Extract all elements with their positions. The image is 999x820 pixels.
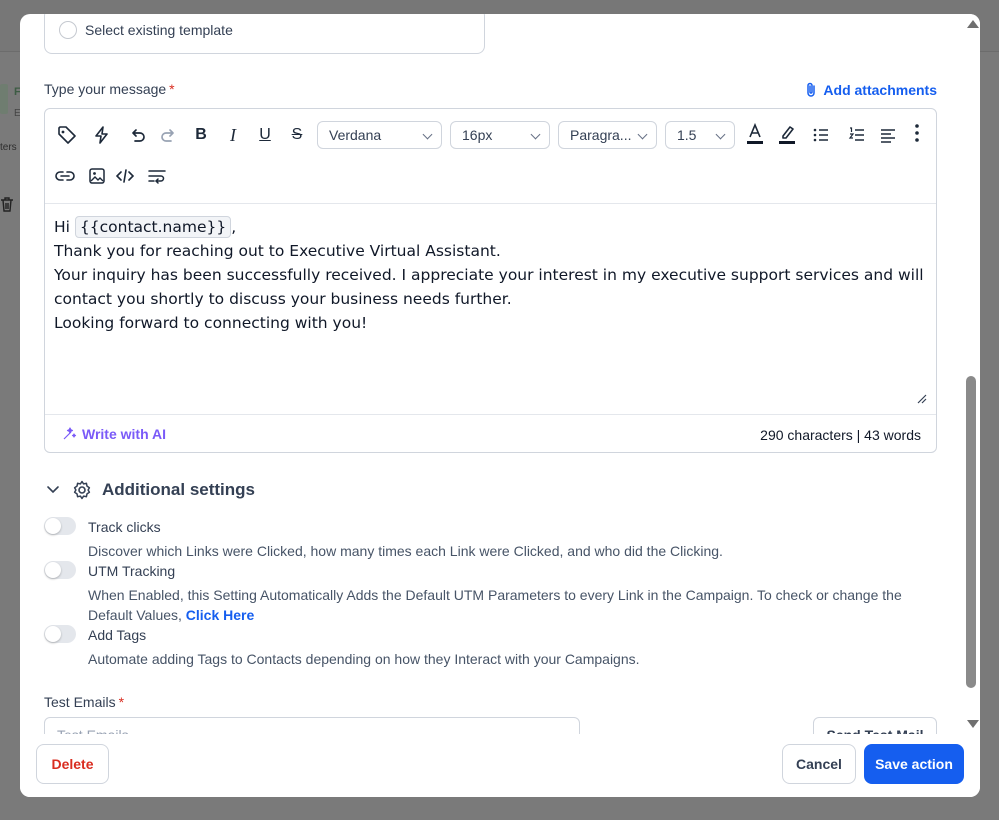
required-mark: * xyxy=(118,694,125,710)
track-clicks-toggle[interactable] xyxy=(44,517,76,535)
text-wrap-icon[interactable] xyxy=(146,165,168,187)
scroll-up-arrow-icon[interactable] xyxy=(967,20,979,28)
content-line-thanks: Thank you for reaching out to Executive … xyxy=(54,242,501,260)
content-line-inquiry: Your inquiry has been successfully recei… xyxy=(54,266,924,308)
background-trash-icon xyxy=(1,197,13,212)
send-test-mail-button[interactable]: Send Test Mail xyxy=(813,717,937,734)
scroll-down-arrow-icon[interactable] xyxy=(967,720,979,728)
underline-icon[interactable]: U xyxy=(254,124,276,146)
sparkle-icon xyxy=(63,427,77,440)
add-tags-description: Automate adding Tags to Contacts dependi… xyxy=(88,651,640,667)
background-side-text: ters xyxy=(0,142,17,153)
image-icon[interactable] xyxy=(86,165,108,187)
message-editor: B I U S Verdana 16px Paragra... 1.5 Hi {… xyxy=(44,108,937,453)
write-with-ai-label: Write with AI xyxy=(82,426,166,442)
content-line-closing: Looking forward to connecting with you! xyxy=(54,314,368,332)
greeting-suffix: , xyxy=(231,218,237,236)
additional-settings-header[interactable]: Additional settings xyxy=(46,480,255,500)
block-format-value: Paragra... xyxy=(570,127,632,143)
test-emails-label: Test Emails * xyxy=(44,694,124,710)
modal-scrollbar[interactable] xyxy=(962,14,980,734)
test-emails-input[interactable]: Test Emails xyxy=(44,717,580,734)
tag-icon[interactable] xyxy=(56,124,78,146)
lightning-icon[interactable] xyxy=(91,124,113,146)
more-vertical-icon[interactable] xyxy=(906,122,928,144)
link-icon[interactable] xyxy=(54,165,76,187)
modal-body: Select existing template Type your messa… xyxy=(20,14,964,734)
gear-icon xyxy=(73,480,91,500)
save-action-button[interactable]: Save action xyxy=(864,744,964,784)
content-line-greeting: Hi {{contact.name}}, xyxy=(54,215,924,239)
add-tags-title: Add Tags xyxy=(88,627,147,643)
line-height-value: 1.5 xyxy=(677,127,697,143)
additional-settings-title: Additional settings xyxy=(102,480,255,499)
code-icon[interactable] xyxy=(114,165,136,187)
italic-icon[interactable]: I xyxy=(222,124,244,146)
add-attachments-label: Add attachments xyxy=(823,82,937,98)
modal-actions: Delete Cancel Save action xyxy=(20,734,980,797)
template-radio[interactable] xyxy=(59,21,77,39)
chevron-down-icon xyxy=(715,129,726,140)
bold-icon[interactable]: B xyxy=(190,124,212,146)
line-height-select[interactable]: 1.5 xyxy=(665,121,735,149)
write-with-ai-button[interactable]: Write with AI xyxy=(61,426,166,442)
paperclip-icon xyxy=(807,82,816,97)
add-attachments-link[interactable]: Add attachments xyxy=(805,82,937,98)
resize-handle-icon[interactable] xyxy=(917,394,927,404)
editor-content[interactable]: Hi {{contact.name}}, Thank you for reach… xyxy=(54,215,924,335)
editor-footer: Write with AI 290 characters | 43 words xyxy=(45,414,936,452)
chevron-down-icon xyxy=(530,129,541,140)
block-format-select[interactable]: Paragra... xyxy=(558,121,657,149)
align-left-icon[interactable] xyxy=(877,124,899,146)
utm-tracking-toggle[interactable] xyxy=(44,561,76,579)
chevron-down-icon xyxy=(637,129,648,140)
scrollbar-thumb[interactable] xyxy=(966,376,976,688)
font-family-select[interactable]: Verdana xyxy=(317,121,442,149)
required-mark: * xyxy=(169,81,175,97)
add-tags-toggle[interactable] xyxy=(44,625,76,643)
background-status-marker xyxy=(0,84,8,114)
text-color-icon[interactable] xyxy=(744,123,766,145)
cancel-button[interactable]: Cancel xyxy=(782,744,856,784)
template-option-label: Select existing template xyxy=(85,22,233,38)
track-clicks-title: Track clicks xyxy=(88,519,161,535)
strikethrough-icon[interactable]: S xyxy=(286,124,308,146)
font-size-select[interactable]: 16px xyxy=(450,121,550,149)
editor-toolbar: B I U S Verdana 16px Paragra... 1.5 xyxy=(45,109,936,204)
merge-tag[interactable]: {{contact.name}} xyxy=(74,216,232,238)
message-label: Type your message * xyxy=(44,81,175,97)
bullet-list-icon[interactable] xyxy=(810,124,832,146)
delete-button[interactable]: Delete xyxy=(36,744,109,784)
track-clicks-description: Discover which Links were Clicked, how m… xyxy=(88,543,723,559)
chevron-down-icon xyxy=(422,129,433,140)
redo-icon[interactable] xyxy=(158,124,180,146)
message-label-text: Type your message xyxy=(44,81,167,97)
utm-tracking-description: When Enabled, this Setting Automatically… xyxy=(88,585,908,625)
numbered-list-icon[interactable] xyxy=(846,124,868,146)
font-size-value: 16px xyxy=(462,127,493,143)
click-here-link[interactable]: Click Here xyxy=(186,607,254,623)
undo-icon[interactable] xyxy=(126,124,148,146)
character-word-count: 290 characters | 43 words xyxy=(760,427,921,443)
edit-action-modal: Select existing template Type your messa… xyxy=(20,14,980,797)
utm-tracking-title: UTM Tracking xyxy=(88,563,176,579)
test-emails-label-text: Test Emails xyxy=(44,694,116,710)
template-option-card[interactable]: Select existing template xyxy=(44,14,485,54)
font-family-value: Verdana xyxy=(329,127,382,143)
chevron-down-icon xyxy=(47,486,59,494)
highlight-icon[interactable] xyxy=(776,123,798,145)
greeting-text: Hi xyxy=(54,218,70,236)
